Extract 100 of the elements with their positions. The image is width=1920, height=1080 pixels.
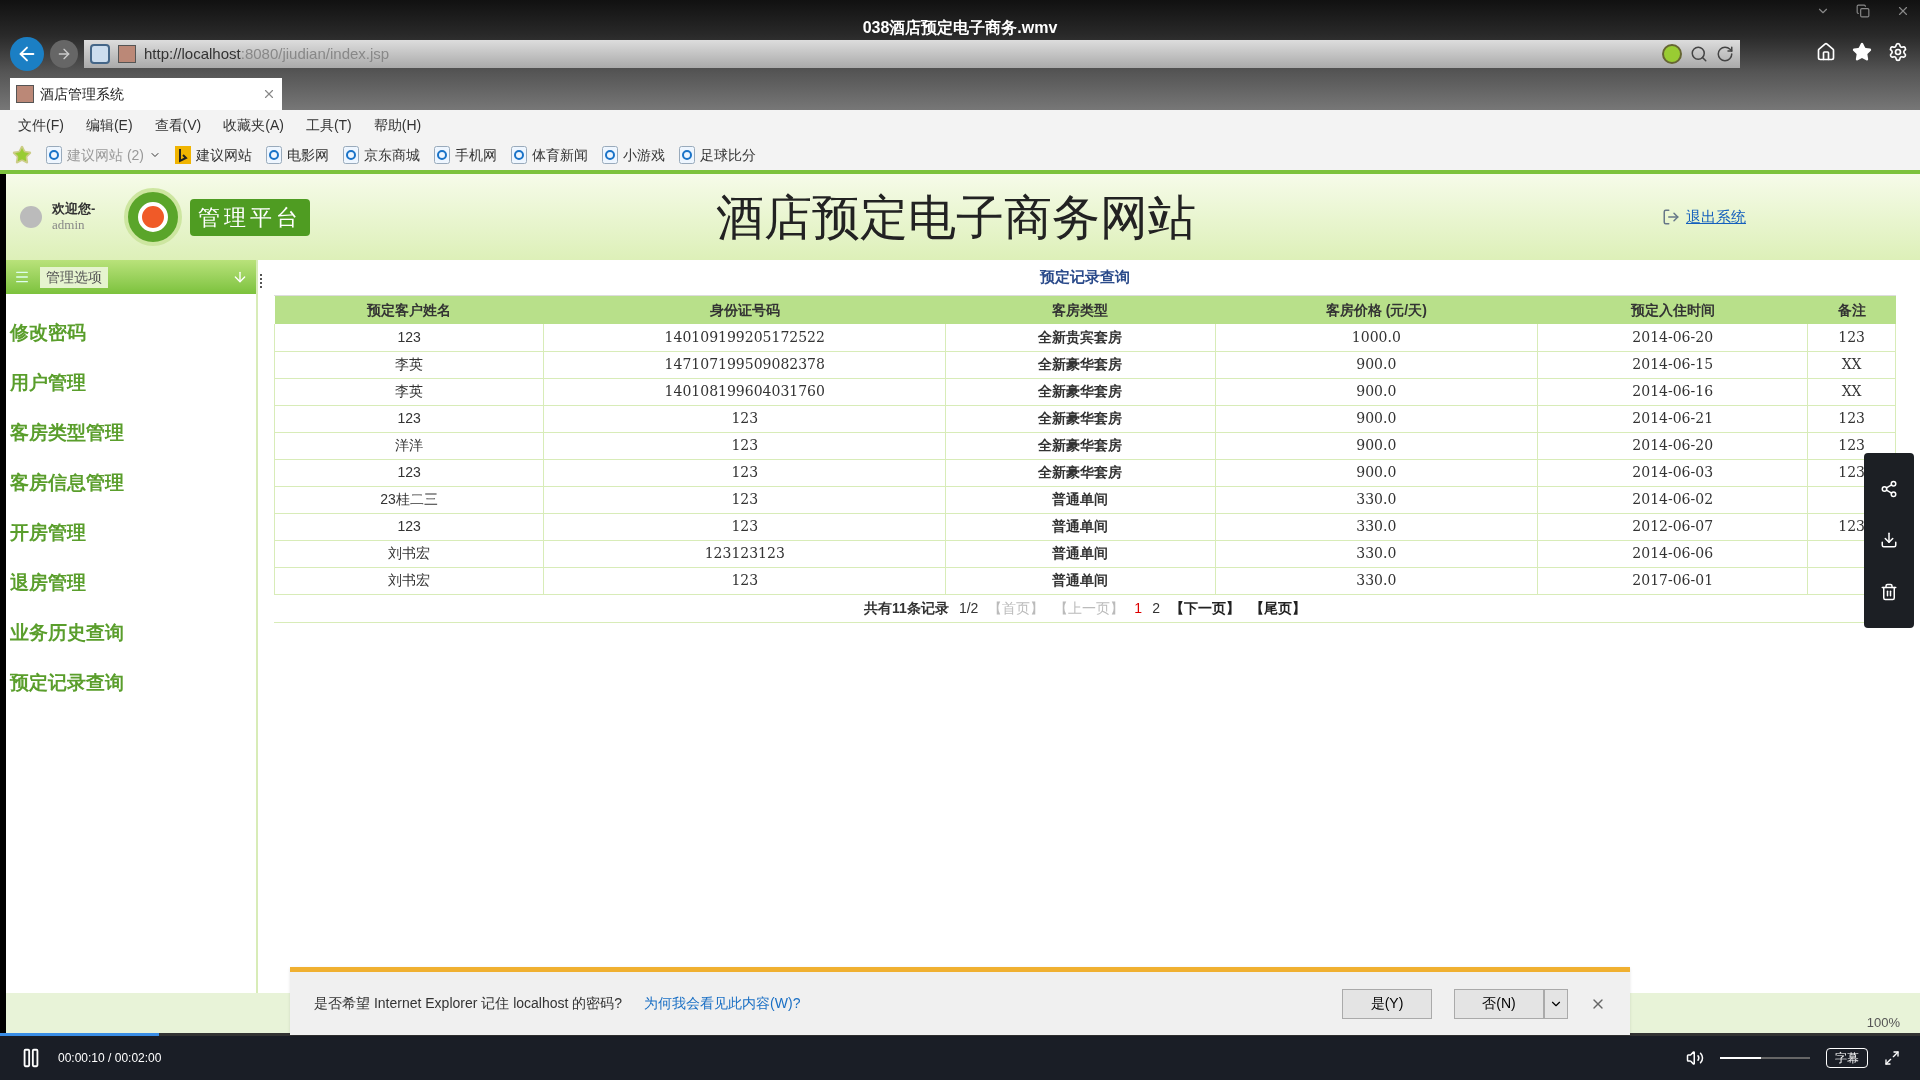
help-link[interactable]: 为何我会看见此内容(W)?	[644, 993, 801, 1014]
table-cell: 2014-06-21	[1632, 410, 1714, 426]
table-cell: 全新豪华套房	[1038, 410, 1123, 426]
back-button[interactable]	[10, 37, 44, 71]
favorites-icon[interactable]	[1852, 42, 1872, 62]
favorite-link[interactable]: 体育新闻	[511, 144, 588, 166]
menu-item[interactable]: 工具(T)	[305, 114, 352, 136]
column-header: 预定入住时间	[1537, 296, 1808, 324]
table-cell: 330.0	[1356, 572, 1397, 588]
delete-icon[interactable]	[1880, 583, 1898, 602]
table-cell: 123	[397, 518, 421, 534]
table-cell: 2014-06-15	[1632, 356, 1714, 372]
table-cell: 洋洋	[395, 437, 424, 453]
column-header: 客房类型	[945, 296, 1216, 324]
no-button[interactable]: 否(N)	[1454, 988, 1544, 1019]
yes-button[interactable]: 是(Y)	[1342, 988, 1432, 1019]
splitter-handle[interactable]	[260, 274, 262, 288]
close-icon[interactable]	[1896, 4, 1910, 18]
table-cell: 123	[397, 410, 421, 426]
table-cell: 普通单间	[1052, 491, 1109, 507]
page-icon	[434, 146, 450, 164]
page-icon	[46, 146, 62, 164]
table-cell: 李英	[395, 356, 424, 372]
favorite-link[interactable]: 建议网站	[175, 144, 252, 166]
volume-icon[interactable]	[1686, 1049, 1704, 1067]
column-header: 预定客户姓名	[274, 296, 544, 324]
table-cell: 1000.0	[1351, 328, 1401, 345]
page-icon	[343, 146, 359, 164]
column-header: 备注	[1807, 296, 1896, 324]
favorite-link[interactable]: 足球比分	[679, 144, 756, 166]
favorite-link[interactable]: 手机网	[434, 144, 497, 166]
table-cell: XX	[1841, 383, 1862, 399]
table-cell: 900.0	[1356, 383, 1397, 399]
favorite-link[interactable]: 电影网	[266, 144, 329, 166]
shield-icon	[90, 44, 110, 64]
table-cell: 2014-06-20	[1632, 328, 1714, 345]
column-header: 身份证号码	[543, 296, 946, 324]
column-header: 客房价格 (元/天)	[1215, 296, 1538, 324]
table-cell: 123	[397, 328, 421, 345]
table-cell: 23桂二三	[380, 491, 438, 507]
subtitle-button[interactable]: 字幕	[1826, 1048, 1868, 1068]
logout-link[interactable]: 退出系统	[1686, 205, 1746, 229]
table-cell: 全新豪华套房	[1038, 464, 1123, 480]
zoom-level[interactable]: 100%	[1866, 1013, 1900, 1033]
menu-item[interactable]: 查看(V)	[154, 114, 202, 136]
close-tab-icon[interactable]	[262, 87, 276, 101]
address-bar[interactable]: http://localhost:8080/jiudian/index.jsp	[84, 40, 1740, 68]
table-cell: 123123123	[704, 545, 785, 561]
table-cell: 2014-06-06	[1632, 545, 1714, 561]
video-title: 038酒店预定电子商务.wmv	[862, 18, 1058, 38]
table-cell: 330.0	[1356, 545, 1397, 561]
forward-arrow-icon	[56, 46, 72, 62]
menu-item[interactable]: 收藏夹(A)	[223, 114, 284, 136]
table-cell: XX	[1841, 356, 1862, 372]
table-cell: 123	[731, 572, 759, 588]
menu-item[interactable]: 帮助(H)	[373, 114, 422, 136]
forward-button[interactable]	[50, 40, 78, 68]
page-icon	[118, 45, 136, 63]
table-cell: 123	[1838, 437, 1865, 453]
table-cell: 普通单间	[1052, 572, 1109, 588]
table-cell: 140108199604031760	[664, 383, 825, 399]
table-cell: 2014-06-03	[1632, 464, 1714, 480]
table-cell: 刘书宏	[388, 572, 431, 588]
table-cell: 123	[731, 437, 759, 453]
page-icon	[602, 146, 618, 164]
playback-time: 00:00:10 / 00:02:00	[58, 1050, 162, 1067]
user-name: admin	[52, 217, 86, 233]
settings-icon[interactable]	[1888, 42, 1908, 62]
pagination-link[interactable]: 【尾页】	[1249, 597, 1306, 619]
page-link[interactable]: 2	[1152, 597, 1160, 619]
download-icon[interactable]	[1880, 531, 1898, 550]
page-icon	[16, 85, 34, 103]
search-icon[interactable]	[1690, 45, 1708, 63]
refresh-icon[interactable]	[1716, 45, 1734, 63]
page-link[interactable]: 1	[1134, 597, 1143, 619]
table-cell: 147107199509082378	[664, 356, 825, 372]
bing-icon	[175, 146, 191, 164]
share-icon[interactable]	[1880, 479, 1898, 498]
notification-message: 是否希望 Internet Explorer 记住 localhost 的密码?	[314, 994, 623, 1013]
favorite-link[interactable]: 小游戏	[602, 144, 665, 166]
table-cell: 123	[731, 518, 759, 534]
home-icon[interactable]	[1816, 42, 1836, 62]
menu-item[interactable]: 文件(F)	[18, 114, 64, 136]
menu-item[interactable]: 编辑(E)	[85, 114, 133, 136]
table-cell: 刘书宏	[388, 545, 431, 561]
table-cell: 2014-06-20	[1632, 437, 1714, 453]
favorites-star-icon[interactable]	[12, 145, 32, 165]
pagination-link[interactable]: 【下一页】	[1169, 597, 1240, 619]
table-cell: 140109199205172522	[664, 328, 825, 345]
favorite-link[interactable]: 京东商城	[343, 144, 420, 166]
page-indicator: 1/2	[958, 598, 979, 618]
restore-icon[interactable]	[1856, 4, 1870, 18]
tab-title: 酒店管理系统	[40, 84, 125, 104]
table-cell: 900.0	[1356, 356, 1397, 372]
fullscreen-icon[interactable]	[1884, 1050, 1900, 1066]
table-cell: 全新豪华套房	[1038, 356, 1123, 372]
browser-tab[interactable]: 酒店管理系统	[10, 78, 282, 110]
logo-icon	[124, 188, 182, 246]
table-cell: 900.0	[1356, 410, 1397, 426]
table-cell: 123	[731, 410, 759, 426]
